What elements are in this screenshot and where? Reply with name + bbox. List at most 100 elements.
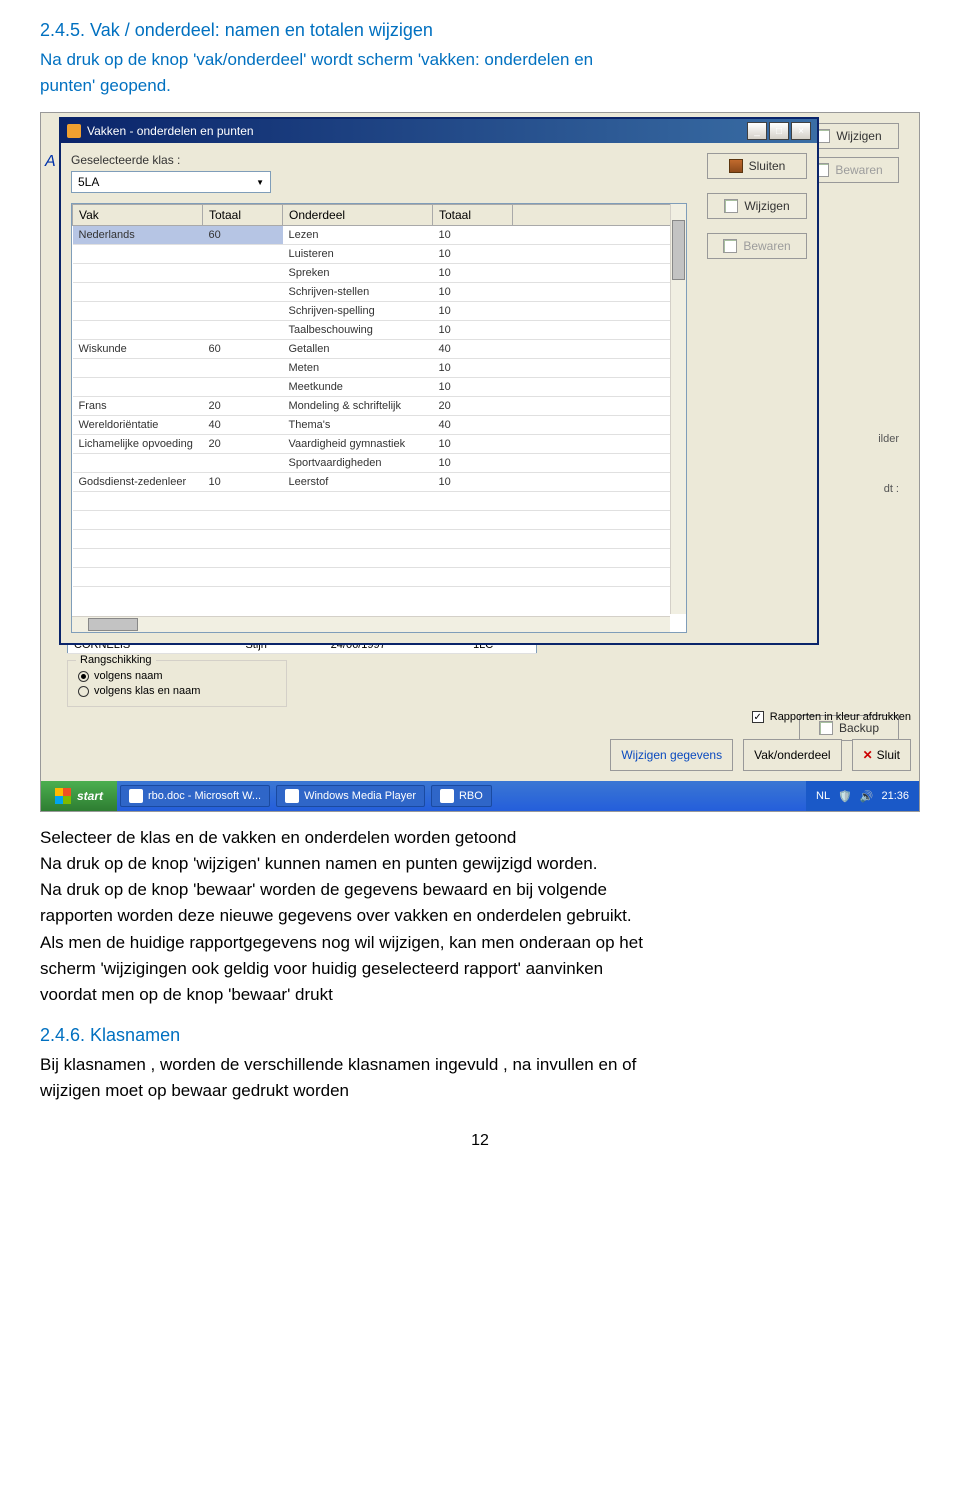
table-cell[interactable]: Getallen xyxy=(283,340,433,359)
table-cell[interactable]: 10 xyxy=(433,378,513,397)
table-cell[interactable] xyxy=(203,283,283,302)
table-cell[interactable]: Nederlands xyxy=(73,226,203,245)
table-row[interactable]: Spreken10 xyxy=(73,264,686,283)
table-cell[interactable]: Lezen xyxy=(283,226,433,245)
table-cell[interactable]: Meten xyxy=(283,359,433,378)
table-cell[interactable]: Taalbeschouwing xyxy=(283,321,433,340)
table-cell[interactable] xyxy=(283,511,433,530)
table-cell[interactable] xyxy=(73,549,203,568)
table-cell[interactable] xyxy=(433,530,513,549)
table-cell[interactable] xyxy=(203,321,283,340)
vak-onderdeel-button[interactable]: Vak/onderdeel xyxy=(743,739,842,771)
table-row[interactable]: Meetkunde10 xyxy=(73,378,686,397)
table-cell[interactable] xyxy=(203,530,283,549)
table-row[interactable]: Meten10 xyxy=(73,359,686,378)
sluiten-button[interactable]: Sluiten xyxy=(707,153,807,179)
table-cell[interactable] xyxy=(203,378,283,397)
table-cell[interactable]: Spreken xyxy=(283,264,433,283)
table-cell[interactable] xyxy=(283,492,433,511)
clock[interactable]: 21:36 xyxy=(881,790,909,802)
table-cell[interactable]: 40 xyxy=(433,416,513,435)
table-cell[interactable]: Frans xyxy=(73,397,203,416)
table-cell[interactable] xyxy=(73,264,203,283)
maximize-icon[interactable]: □ xyxy=(769,122,789,140)
table-cell[interactable] xyxy=(433,568,513,587)
table-row[interactable] xyxy=(73,549,686,568)
table-cell[interactable] xyxy=(73,511,203,530)
table-cell[interactable]: 10 xyxy=(203,473,283,492)
table-cell[interactable] xyxy=(203,359,283,378)
table-cell[interactable] xyxy=(283,549,433,568)
table-cell[interactable] xyxy=(73,321,203,340)
table-cell[interactable]: Thema's xyxy=(283,416,433,435)
table-cell[interactable]: 40 xyxy=(433,340,513,359)
table-cell[interactable] xyxy=(73,454,203,473)
table-cell[interactable]: 10 xyxy=(433,226,513,245)
table-cell[interactable]: 60 xyxy=(203,226,283,245)
table-row[interactable]: Wiskunde60Getallen40 xyxy=(73,340,686,359)
taskbar-item-wmp[interactable]: Windows Media Player xyxy=(276,785,425,807)
wijzigen-button[interactable]: Wijzigen xyxy=(707,193,807,219)
table-cell[interactable]: Schrijven-spelling xyxy=(283,302,433,321)
table-cell[interactable]: 20 xyxy=(433,397,513,416)
table-cell[interactable] xyxy=(203,492,283,511)
table-cell[interactable] xyxy=(203,549,283,568)
table-row[interactable]: Wereldoriëntatie40Thema's40 xyxy=(73,416,686,435)
table-row[interactable]: Godsdienst-zedenleer10Leerstof10 xyxy=(73,473,686,492)
table-cell[interactable]: Lichamelijke opvoeding xyxy=(73,435,203,454)
table-cell[interactable]: 10 xyxy=(433,321,513,340)
col-totaal1[interactable]: Totaal xyxy=(203,205,283,226)
table-cell[interactable] xyxy=(283,530,433,549)
table-cell[interactable] xyxy=(203,302,283,321)
table-cell[interactable]: 10 xyxy=(433,454,513,473)
table-cell[interactable] xyxy=(73,359,203,378)
table-cell[interactable]: 10 xyxy=(433,283,513,302)
table-cell[interactable]: Meetkunde xyxy=(283,378,433,397)
table-cell[interactable] xyxy=(73,530,203,549)
table-cell[interactable] xyxy=(73,283,203,302)
table-cell[interactable]: Sportvaardigheden xyxy=(283,454,433,473)
table-cell[interactable] xyxy=(73,302,203,321)
tray-icon[interactable]: 🛡️ xyxy=(838,790,852,803)
table-cell[interactable]: Mondeling & schriftelijk xyxy=(283,397,433,416)
scroll-thumb[interactable] xyxy=(88,618,138,631)
table-row[interactable]: Schrijven-stellen10 xyxy=(73,283,686,302)
table-cell[interactable]: 20 xyxy=(203,435,283,454)
table-cell[interactable]: Vaardigheid gymnastiek xyxy=(283,435,433,454)
col-vak[interactable]: Vak xyxy=(73,205,203,226)
table-cell[interactable]: 10 xyxy=(433,473,513,492)
kleur-checkbox[interactable]: ✓ Rapporten in kleur afdrukken xyxy=(752,711,911,723)
table-row[interactable]: Schrijven-spelling10 xyxy=(73,302,686,321)
wijzigen-gegevens-button[interactable]: Wijzigen gegevens xyxy=(610,739,733,771)
vertical-scrollbar[interactable] xyxy=(670,204,686,614)
table-cell[interactable]: 20 xyxy=(203,397,283,416)
table-row[interactable]: Nederlands60Lezen10 xyxy=(73,226,686,245)
table-row[interactable]: Taalbeschouwing10 xyxy=(73,321,686,340)
table-cell[interactable]: 40 xyxy=(203,416,283,435)
scroll-thumb[interactable] xyxy=(672,220,685,280)
table-cell[interactable] xyxy=(203,454,283,473)
language-indicator[interactable]: NL xyxy=(816,790,830,802)
taskbar-item-word[interactable]: rbo.doc - Microsoft W... xyxy=(120,785,270,807)
table-cell[interactable] xyxy=(203,511,283,530)
table-cell[interactable] xyxy=(433,549,513,568)
taskbar-item-rbo[interactable]: RBO xyxy=(431,785,492,807)
table-cell[interactable]: Schrijven-stellen xyxy=(283,283,433,302)
table-cell[interactable] xyxy=(203,568,283,587)
table-cell[interactable] xyxy=(73,492,203,511)
table-cell[interactable] xyxy=(73,378,203,397)
table-row[interactable]: Sportvaardigheden10 xyxy=(73,454,686,473)
table-cell[interactable] xyxy=(433,492,513,511)
klas-dropdown[interactable]: 5LA ▼ xyxy=(71,171,271,193)
table-row[interactable] xyxy=(73,511,686,530)
table-cell[interactable]: 60 xyxy=(203,340,283,359)
table-cell[interactable]: 10 xyxy=(433,264,513,283)
table-row[interactable] xyxy=(73,568,686,587)
table-cell[interactable]: Leerstof xyxy=(283,473,433,492)
table-row[interactable] xyxy=(73,530,686,549)
table-cell[interactable] xyxy=(73,568,203,587)
table-cell[interactable]: Godsdienst-zedenleer xyxy=(73,473,203,492)
table-cell[interactable] xyxy=(283,568,433,587)
table-cell[interactable] xyxy=(203,245,283,264)
table-cell[interactable]: Wereldoriëntatie xyxy=(73,416,203,435)
